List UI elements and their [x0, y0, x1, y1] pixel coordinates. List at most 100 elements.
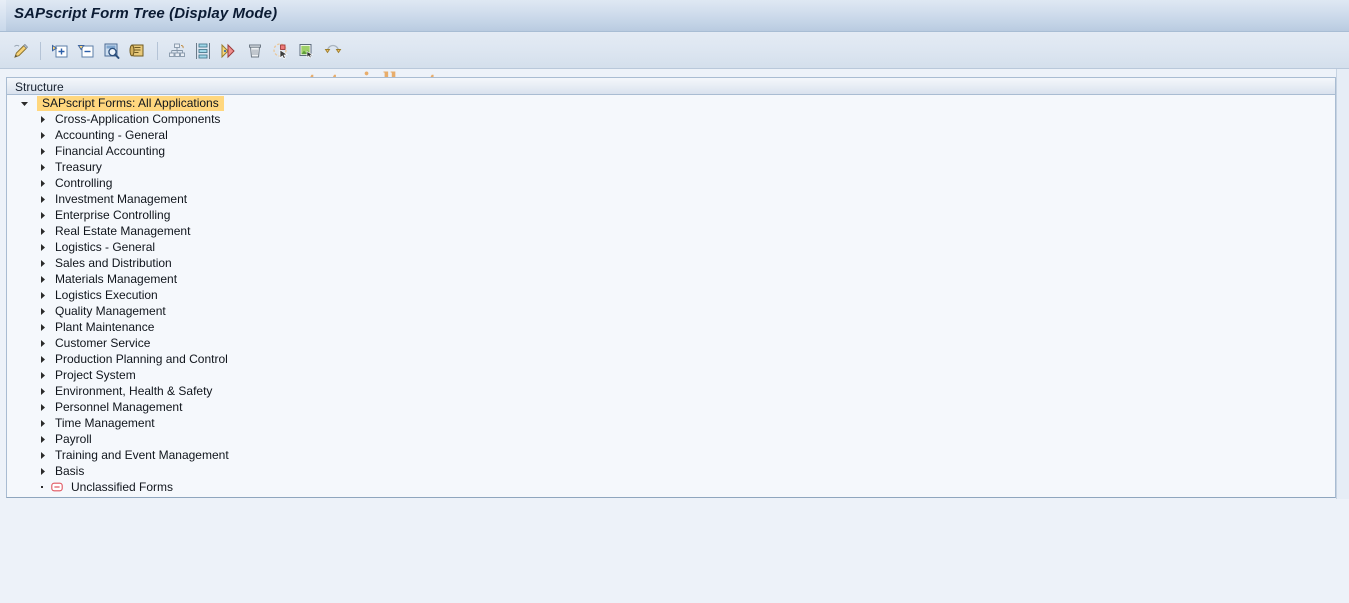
tree-item-label: Financial Accounting: [55, 144, 166, 158]
picture-table-icon[interactable]: [296, 40, 318, 62]
triangle-right-icon[interactable]: [35, 399, 49, 415]
tree-item[interactable]: Project System: [7, 367, 1335, 383]
toolbar-separator: [157, 41, 158, 60]
tree-item[interactable]: Controlling: [7, 175, 1335, 191]
tree-item-label: Cross-Application Components: [55, 112, 221, 126]
tree-item[interactable]: Accounting - General: [7, 127, 1335, 143]
tree-item[interactable]: Environment, Health & Safety: [7, 383, 1335, 399]
tree-item[interactable]: Plant Maintenance: [7, 319, 1335, 335]
expand-node-icon[interactable]: [49, 40, 71, 62]
triangle-right-icon[interactable]: [35, 271, 49, 287]
triangle-right-icon[interactable]: [35, 159, 49, 175]
triangle-right-icon[interactable]: [35, 111, 49, 127]
triangle-right-icon[interactable]: [35, 175, 49, 191]
triangle-down-icon[interactable]: [17, 95, 31, 111]
tree-child-nodes: Cross-Application Components Accounting -…: [7, 111, 1335, 495]
tree-item-label: Plant Maintenance: [55, 320, 155, 334]
tree-item-label: Time Management: [55, 416, 155, 430]
form-tree[interactable]: SAPscript Forms: All Applications Cross-…: [6, 95, 1336, 498]
structure-column-header[interactable]: Structure: [6, 77, 1336, 95]
tree-item-label: Project System: [55, 368, 136, 382]
copy-select-icon[interactable]: [270, 40, 292, 62]
toolbar-buttons: [8, 32, 346, 69]
tree-item[interactable]: Investment Management: [7, 191, 1335, 207]
tree-item-label: Personnel Management: [55, 400, 183, 414]
triangle-right-icon[interactable]: [35, 415, 49, 431]
tree-item[interactable]: Training and Event Management: [7, 447, 1335, 463]
tree-item-label: Basis: [55, 464, 85, 478]
detail-pane: [0, 499, 1349, 603]
tree-item[interactable]: Production Planning and Control: [7, 351, 1335, 367]
tree-item-label: Accounting - General: [55, 128, 168, 142]
triangle-right-icon[interactable]: [35, 287, 49, 303]
tree-item-label: Customer Service: [55, 336, 151, 350]
tree-item-label: Investment Management: [55, 192, 188, 206]
tree-item[interactable]: Personnel Management: [7, 399, 1335, 415]
tree-item[interactable]: Treasury: [7, 159, 1335, 175]
title-bar: SAPscript Form Tree (Display Mode): [0, 0, 1349, 32]
tree-item[interactable]: Time Management: [7, 415, 1335, 431]
tree-root-node[interactable]: SAPscript Forms: All Applications: [7, 95, 1335, 111]
tree-item[interactable]: Payroll: [7, 431, 1335, 447]
tree-item-label: Logistics Execution: [55, 288, 158, 302]
title-bar-left-edge: [0, 0, 6, 31]
triangle-right-icon[interactable]: [35, 335, 49, 351]
triangle-right-icon[interactable]: [35, 239, 49, 255]
toolbar: www.tutorialkart.com: [0, 32, 1349, 95]
align-nodes-icon[interactable]: [192, 40, 214, 62]
triangle-right-icon[interactable]: [35, 223, 49, 239]
structure-column-label: Structure: [15, 80, 64, 94]
scroll-document-icon[interactable]: [127, 40, 149, 62]
triangle-right-icon[interactable]: [35, 447, 49, 463]
minus-box-icon[interactable]: [49, 479, 65, 495]
triangle-right-icon[interactable]: [35, 191, 49, 207]
tree-item[interactable]: Financial Accounting: [7, 143, 1335, 159]
tree-item-label: Sales and Distribution: [55, 256, 172, 270]
tree-item[interactable]: Unclassified Forms: [7, 479, 1335, 495]
triangle-right-icon[interactable]: [35, 383, 49, 399]
execute-next-icon[interactable]: [218, 40, 240, 62]
triangle-right-icon[interactable]: [35, 143, 49, 159]
triangle-right-icon[interactable]: [35, 351, 49, 367]
triangle-right-icon[interactable]: [35, 463, 49, 479]
bullet-dot-icon: [35, 479, 49, 495]
triangle-right-icon[interactable]: [35, 431, 49, 447]
sap-window: SAPscript Form Tree (Display Mode) Struc…: [0, 0, 1349, 603]
tree-item[interactable]: Cross-Application Components: [7, 111, 1335, 127]
tree-item-label: Quality Management: [55, 304, 166, 318]
tree-item-label: Controlling: [55, 176, 113, 190]
tree-item[interactable]: Materials Management: [7, 271, 1335, 287]
find-icon[interactable]: [101, 40, 123, 62]
tree-item-label: Training and Event Management: [55, 448, 229, 462]
tree-item-label: Environment, Health & Safety: [55, 384, 213, 398]
tree-item-label: Treasury: [55, 160, 102, 174]
tree-item[interactable]: Logistics Execution: [7, 287, 1335, 303]
trash-delete-icon[interactable]: [244, 40, 266, 62]
triangle-right-icon[interactable]: [35, 127, 49, 143]
triangle-right-icon[interactable]: [35, 319, 49, 335]
tree-item[interactable]: Customer Service: [7, 335, 1335, 351]
collapse-node-icon[interactable]: [75, 40, 97, 62]
tree-item-label: Production Planning and Control: [55, 352, 228, 366]
tree-right-gutter: [1336, 69, 1349, 499]
tree-item-label: Unclassified Forms: [71, 480, 174, 494]
triangle-right-icon[interactable]: [35, 303, 49, 319]
tree-item[interactable]: Real Estate Management: [7, 223, 1335, 239]
pencil-edit-icon[interactable]: [10, 40, 32, 62]
tree-item[interactable]: Logistics - General: [7, 239, 1335, 255]
triangle-right-icon[interactable]: [35, 207, 49, 223]
tree-item-label: Logistics - General: [55, 240, 156, 254]
toolbar-separator: [40, 41, 41, 60]
tree-item[interactable]: Basis: [7, 463, 1335, 479]
tree-item-label: Materials Management: [55, 272, 178, 286]
tree-item[interactable]: Quality Management: [7, 303, 1335, 319]
triangle-right-icon[interactable]: [35, 255, 49, 271]
triangle-right-icon[interactable]: [35, 367, 49, 383]
refresh-icon[interactable]: [322, 40, 344, 62]
hierarchy-icon[interactable]: [166, 40, 188, 62]
tree-item[interactable]: Enterprise Controlling: [7, 207, 1335, 223]
tree-item[interactable]: Sales and Distribution: [7, 255, 1335, 271]
tree-root-label: SAPscript Forms: All Applications: [37, 95, 224, 111]
tree-item-label: Payroll: [55, 432, 92, 446]
tree-item-label: Enterprise Controlling: [55, 208, 171, 222]
